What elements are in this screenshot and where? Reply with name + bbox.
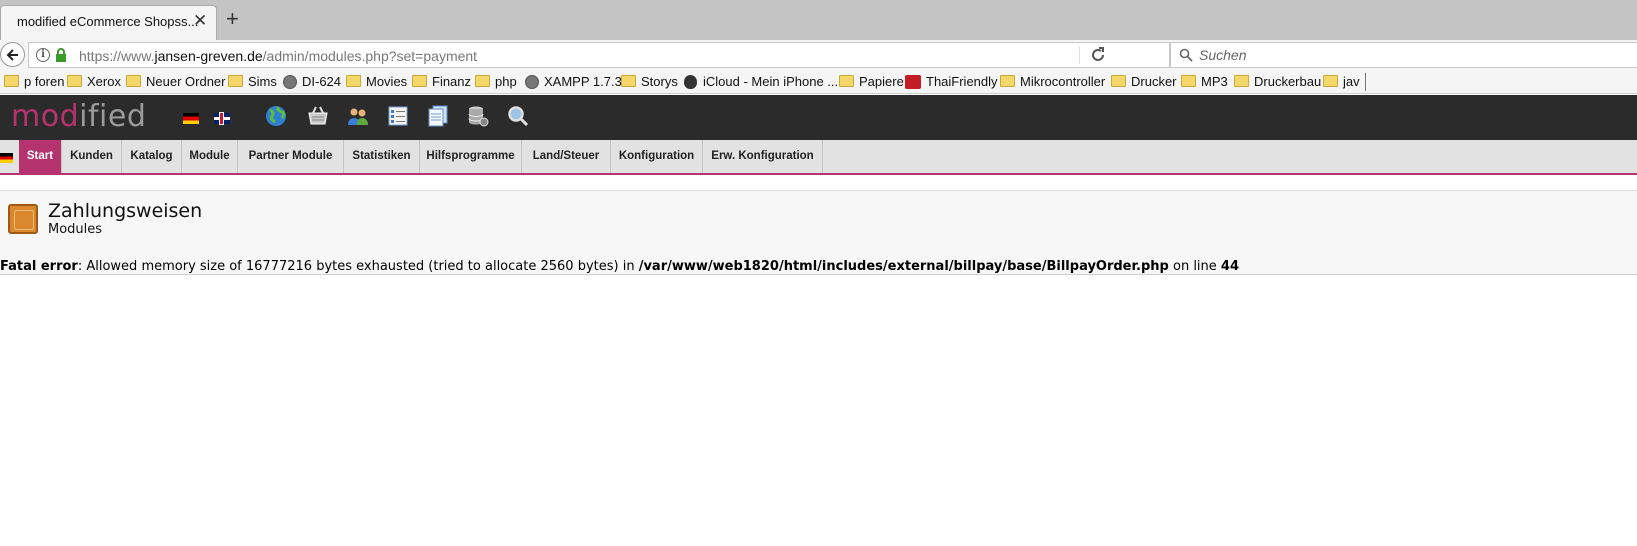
url-prefix: https://www.	[79, 48, 155, 64]
info-icon[interactable]: i	[36, 48, 50, 62]
url-path: /admin/modules.php?set=payment	[262, 48, 478, 64]
error-line: 44	[1220, 259, 1240, 274]
url-host: jansen-greven.de	[154, 48, 263, 64]
folder-icon	[1000, 75, 1015, 87]
arrow-left-icon	[6, 49, 18, 61]
folder-icon	[839, 75, 854, 87]
folder-icon	[412, 75, 427, 87]
page-subtitle: Modules	[48, 222, 103, 237]
folder-icon	[126, 75, 141, 87]
customers-icon[interactable]	[346, 104, 370, 128]
error-text: : Allowed memory size of 16777216 bytes …	[77, 259, 639, 274]
modified-logo[interactable]: modified	[11, 99, 146, 134]
globe-icon[interactable]	[264, 104, 288, 128]
search-bar[interactable]	[1170, 42, 1637, 68]
folder-icon	[1111, 75, 1126, 87]
bookmarks-bar: p foren Xerox Neuer Ordner Sims DI-624 M…	[0, 70, 1637, 94]
menu-module[interactable]: Module	[182, 140, 238, 173]
module-box-icon	[8, 204, 38, 234]
browser-tab-strip: modified eCommerce Shopss... ✕ +	[0, 0, 1637, 40]
reload-icon[interactable]	[1090, 47, 1106, 63]
folder-icon	[346, 75, 361, 87]
error-online-text: on line	[1168, 259, 1221, 274]
url-text[interactable]: https://www.jansen-greven.de/admin/modul…	[79, 48, 477, 64]
folder-icon	[1181, 75, 1196, 87]
menu-konfiguration[interactable]: Konfiguration	[611, 140, 703, 173]
folder-icon	[4, 75, 19, 87]
menu-statistiken[interactable]: Statistiken	[344, 140, 420, 173]
menu-erw-konfiguration[interactable]: Erw. Konfiguration	[703, 140, 823, 173]
browser-nav-bar: i https://www.jansen-greven.de/admin/mod…	[0, 40, 1637, 70]
close-tab-icon[interactable]: ✕	[193, 12, 207, 30]
error-label: Fatal error	[0, 259, 78, 274]
admin-header: modified	[0, 95, 1637, 140]
folder-icon	[1234, 75, 1249, 87]
thaifriendly-icon	[905, 75, 921, 89]
folder-icon	[228, 75, 243, 87]
checklist-icon[interactable]	[386, 104, 410, 128]
menu-partner-module[interactable]: Partner Module	[238, 140, 344, 173]
search-icon[interactable]	[506, 104, 530, 128]
browser-tab[interactable]: modified eCommerce Shopss... ✕	[0, 5, 217, 40]
german-flag-icon[interactable]	[183, 113, 199, 124]
menu-kunden[interactable]: Kunden	[62, 140, 122, 173]
url-divider	[1079, 46, 1080, 64]
bookmarks-divider	[1365, 73, 1366, 91]
search-icon	[1179, 48, 1193, 62]
folder-icon	[621, 75, 636, 87]
lock-icon	[56, 48, 66, 62]
menu-land-steuer[interactable]: Land/Steuer	[522, 140, 611, 173]
fatal-error-message: Fatal error: Allowed memory size of 1677…	[0, 259, 1239, 274]
error-file: /var/www/web1820/html/includes/external/…	[638, 259, 1169, 274]
folder-icon	[475, 75, 490, 87]
new-tab-button[interactable]: +	[226, 7, 239, 31]
apple-icon	[684, 75, 697, 89]
search-input[interactable]	[1199, 46, 1619, 64]
address-bar[interactable]: i https://www.jansen-greven.de/admin/mod…	[28, 42, 1170, 68]
page-content: Zahlungsweisen Modules Fatal error: Allo…	[0, 190, 1637, 275]
menu-katalog[interactable]: Katalog	[122, 140, 182, 173]
documents-icon[interactable]	[426, 104, 450, 128]
menu-start[interactable]: Start	[19, 140, 62, 173]
folder-icon	[67, 75, 82, 87]
uk-flag-icon[interactable]	[214, 113, 230, 124]
menu-hilfsprogramme[interactable]: Hilfsprogramme	[420, 140, 522, 173]
globe-icon	[525, 75, 539, 89]
database-icon[interactable]	[466, 104, 490, 128]
folder-icon	[1323, 75, 1338, 87]
back-button[interactable]	[0, 42, 25, 67]
page-title: Zahlungsweisen	[48, 200, 203, 222]
admin-menu: Start Kunden Katalog Module Partner Modu…	[0, 140, 1637, 175]
tab-title: modified eCommerce Shopss...	[17, 14, 199, 29]
basket-icon[interactable]	[306, 104, 330, 128]
german-flag-icon	[0, 153, 13, 163]
globe-icon	[283, 75, 297, 89]
